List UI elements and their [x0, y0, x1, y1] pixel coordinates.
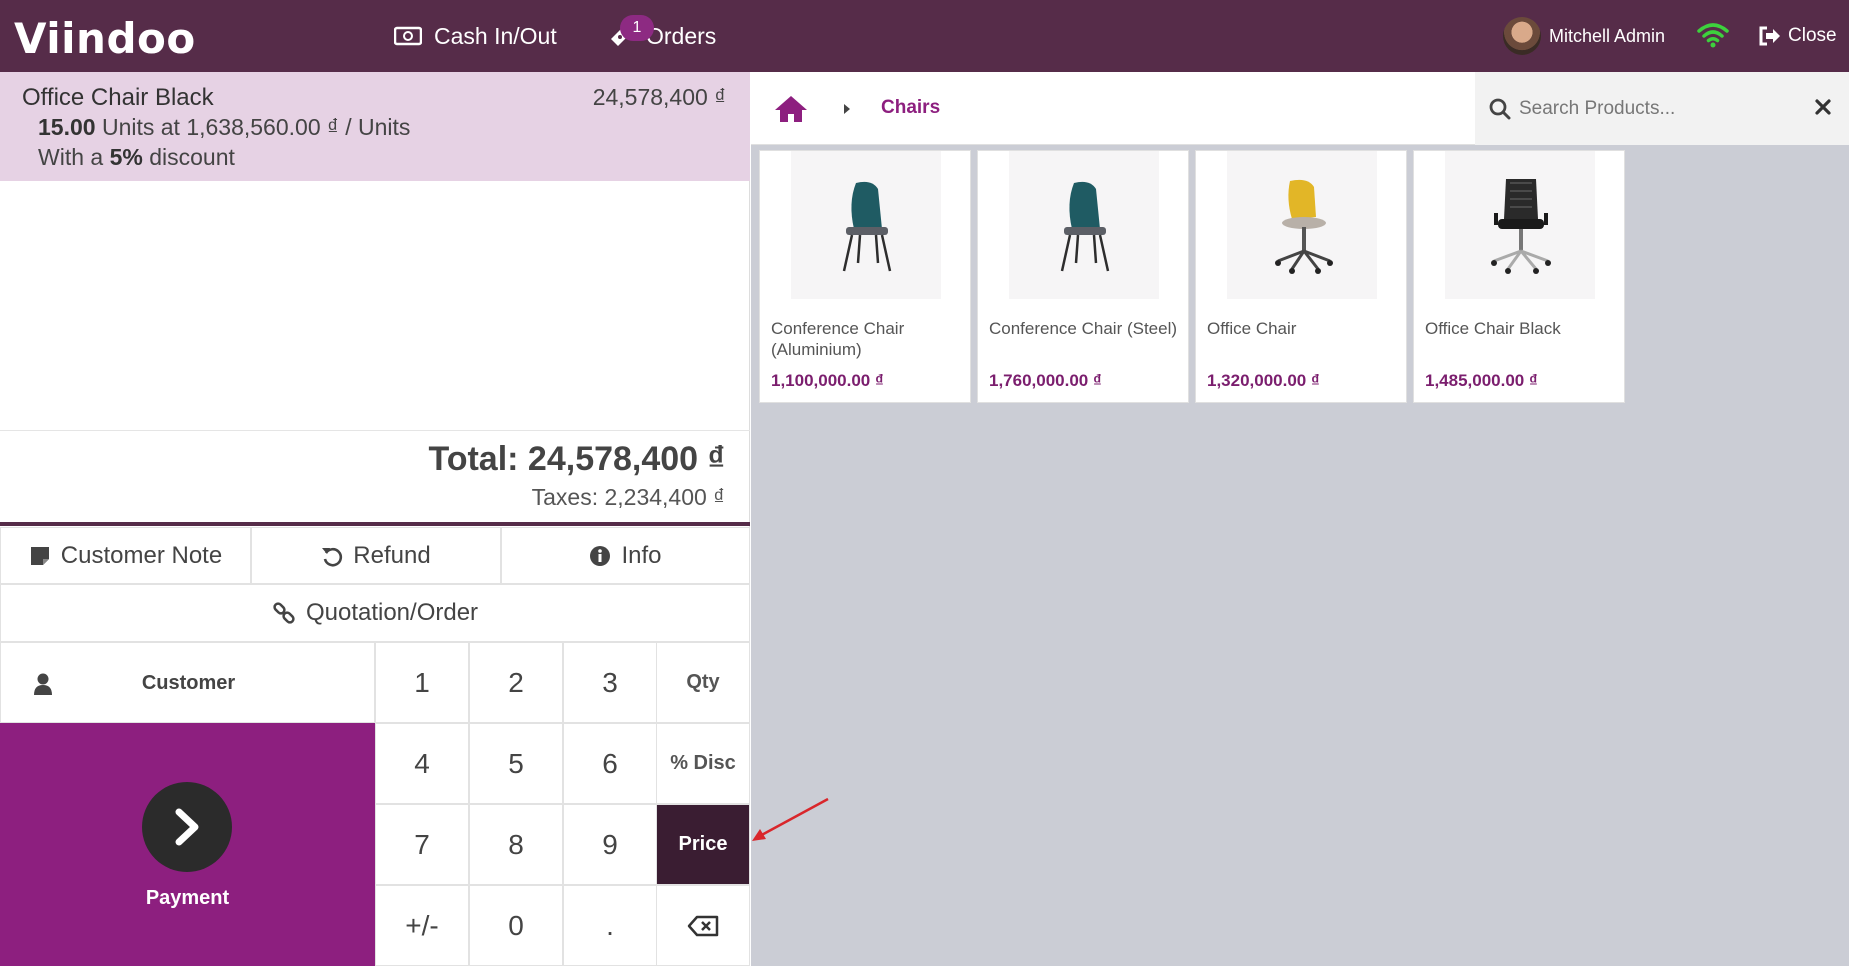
refund-label: Refund — [353, 541, 431, 569]
product-image — [1009, 151, 1159, 299]
numpad-key-8[interactable]: 8 — [469, 804, 563, 885]
order-line-selected[interactable]: Office Chair Black 24,578,400 ₫ 15.00 Un… — [0, 72, 750, 181]
orders-label: Orders — [646, 22, 717, 49]
home-icon[interactable] — [773, 94, 809, 129]
user-menu[interactable]: Mitchell Admin — [1503, 0, 1665, 72]
product-card[interactable]: Office Chair 1,320,000.00 ₫ — [1195, 150, 1407, 403]
product-card[interactable]: Office Chair Black 1,485,000.00 ₫ — [1413, 150, 1625, 403]
undo-icon — [322, 547, 343, 566]
cash-in-out-button[interactable]: Cash In/Out — [394, 0, 557, 72]
backspace-button[interactable] — [656, 885, 750, 966]
wifi-icon — [1697, 22, 1729, 53]
breadcrumb-category[interactable]: Chairs — [881, 97, 940, 119]
price-mode-button[interactable]: Price — [656, 804, 750, 885]
numpad-key-3[interactable]: 3 — [563, 642, 657, 723]
numpad-key-0[interactable]: 0 — [469, 885, 563, 966]
orders-count-badge: 1 — [620, 15, 654, 41]
discount-prefix: With a — [38, 144, 104, 170]
product-name: Office Chair Black — [1425, 319, 1561, 338]
annotation-arrow-icon — [752, 797, 829, 841]
search-box — [1475, 72, 1849, 145]
quotation-order-label: Quotation/Order — [305, 599, 479, 626]
order-line-unit-text: Units at 1,638,560.00 ₫ / Units — [101, 114, 411, 140]
order-line-discount-info: With a 5% discount — [38, 144, 235, 171]
top-navbar: Viindoo Cash In/Out Orders 1 Mitchell Ad… — [0, 0, 1849, 72]
numpad-key-dot[interactable]: . — [563, 885, 657, 966]
qty-mode-button[interactable]: Qty — [656, 642, 750, 723]
close-button[interactable]: Close — [1758, 0, 1837, 72]
sign-out-icon — [1759, 26, 1780, 46]
product-image — [1445, 151, 1595, 299]
numpad-key-9[interactable]: 9 — [563, 804, 657, 885]
numpad-key-2[interactable]: 2 — [469, 642, 563, 723]
app-logo: Viindoo — [14, 14, 196, 63]
refund-button[interactable]: Refund — [251, 527, 501, 584]
link-icon — [273, 602, 295, 624]
avatar — [1503, 17, 1541, 55]
order-line-product-name: Office Chair Black — [22, 84, 214, 111]
order-line-quantity-info: 15.00 Units at 1,638,560.00 ₫ / Units — [38, 114, 410, 141]
quotation-order-button[interactable]: Quotation/Order — [0, 584, 750, 642]
product-card[interactable]: Conference Chair (Steel) 1,760,000.00 ₫ — [977, 150, 1189, 403]
discount-mode-button[interactable]: % Disc — [656, 723, 750, 804]
product-price: 1,100,000.00 ₫ — [771, 371, 884, 390]
numpad-key-plus-minus[interactable]: +/- — [375, 885, 469, 966]
customer-button[interactable]: Customer — [0, 642, 375, 723]
clear-search-icon[interactable] — [1814, 98, 1832, 116]
product-name: Conference Chair (Aluminium) — [771, 319, 905, 359]
info-button[interactable]: Info — [501, 527, 750, 584]
numpad-key-1[interactable]: 1 — [375, 642, 469, 723]
discount-value: 5% — [109, 144, 143, 170]
customer-note-label: Customer Note — [60, 541, 223, 569]
order-line-price: 24,578,400 ₫ — [592, 84, 726, 110]
cash-in-out-label: Cash In/Out — [434, 22, 557, 49]
payment-button[interactable]: Payment — [0, 723, 375, 966]
chevron-right-icon — [175, 808, 199, 846]
close-label: Close — [1788, 25, 1837, 46]
order-taxes: Taxes: 2,234,400 ₫ — [531, 484, 725, 510]
order-line-qty: 15.00 — [38, 114, 96, 140]
note-icon — [30, 546, 49, 565]
discount-suffix: discount — [149, 144, 235, 170]
product-name: Conference Chair (Steel) — [989, 319, 1178, 338]
product-image — [791, 151, 941, 299]
product-price: 1,485,000.00 ₫ — [1425, 371, 1538, 390]
order-panel: Office Chair Black 24,578,400 ₫ 15.00 Un… — [0, 72, 750, 966]
product-card[interactable]: Conference Chair (Aluminium) 1,100,000.0… — [759, 150, 971, 403]
summary-divider — [0, 430, 750, 431]
product-price: 1,320,000.00 ₫ — [1207, 371, 1320, 390]
backspace-icon — [687, 915, 719, 936]
product-image — [1227, 151, 1377, 299]
search-icon — [1489, 98, 1511, 120]
product-price: 1,760,000.00 ₫ — [989, 371, 1102, 390]
control-divider — [0, 522, 750, 526]
breadcrumb: Chairs — [751, 72, 1849, 145]
info-label: Info — [621, 541, 662, 569]
order-total: Total: 24,578,400 ₫ — [428, 440, 725, 478]
payment-circle — [142, 782, 232, 872]
user-name: Mitchell Admin — [1549, 25, 1666, 46]
product-name: Office Chair — [1207, 319, 1297, 338]
numpad-key-6[interactable]: 6 — [563, 723, 657, 804]
search-input[interactable] — [1519, 90, 1789, 128]
numpad-key-4[interactable]: 4 — [375, 723, 469, 804]
customer-label: Customer — [141, 672, 236, 694]
payment-label: Payment — [145, 887, 230, 909]
caret-right-icon — [842, 102, 852, 121]
numpad-key-5[interactable]: 5 — [469, 723, 563, 804]
customer-note-button[interactable]: Customer Note — [0, 527, 251, 584]
info-icon — [590, 545, 611, 566]
numpad-key-7[interactable]: 7 — [375, 804, 469, 885]
product-panel: Chairs Conference Chair (Aluminium) 1,10… — [751, 72, 1849, 966]
cash-icon — [394, 26, 422, 46]
